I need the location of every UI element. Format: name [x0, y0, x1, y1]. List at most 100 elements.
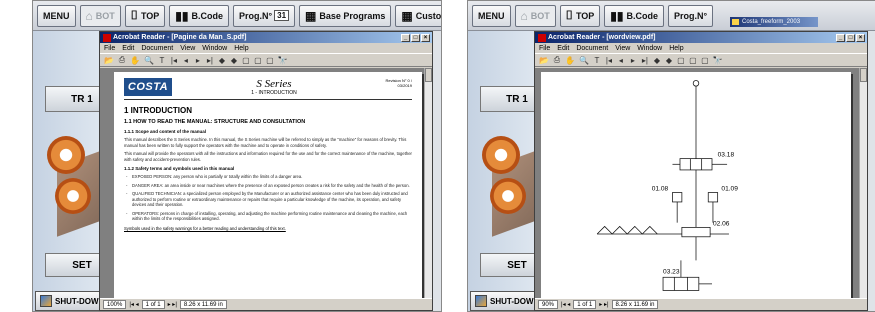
page-field[interactable]: 1 of 1 — [573, 300, 597, 309]
bullet-operators: OPERATORS: persons in charge of installi… — [124, 211, 412, 222]
menu-edit[interactable]: Edit — [122, 45, 134, 52]
text-select-icon[interactable]: T — [593, 56, 601, 65]
fit-page-icon[interactable]: ▢ — [254, 56, 262, 65]
right-screenshot: MENU ⌂ BOT ⌷ TOP ▮▮ B.Code Prog.N° Costa_fr… — [467, 0, 875, 312]
reader-menubar: File Edit Document View Window Help — [100, 43, 432, 53]
open-icon[interactable]: 📂 — [539, 56, 549, 65]
forward-icon[interactable]: ◆ — [230, 56, 238, 65]
bcode-button[interactable]: ▮▮ B.Code — [604, 4, 665, 27]
find-icon[interactable]: 🔭 — [278, 56, 288, 65]
fit-width-icon[interactable]: ▢ — [266, 56, 274, 65]
bcode-label: B.Code — [626, 10, 659, 21]
close-button[interactable]: × — [421, 33, 430, 42]
shutdown-icon — [475, 295, 487, 307]
top-button[interactable]: ⌷ TOP — [559, 4, 601, 27]
minimize-button[interactable]: _ — [836, 33, 845, 42]
maximize-button[interactable]: □ — [411, 33, 420, 42]
scroll-thumb[interactable] — [425, 68, 432, 82]
hand-tool-icon[interactable]: ✋ — [565, 56, 575, 65]
status-nav-next-icon[interactable]: ▸ ▸| — [168, 301, 177, 308]
document-area[interactable]: 03.18 01.08 01.09 02.06 03.23 — [535, 68, 859, 298]
first-page-icon[interactable]: |◂ — [170, 56, 178, 65]
fit-page-icon[interactable]: ▢ — [689, 56, 697, 65]
forward-icon[interactable]: ◆ — [665, 56, 673, 65]
menu-window[interactable]: Window — [202, 45, 227, 52]
menu-window[interactable]: Window — [637, 45, 662, 52]
menu-document[interactable]: Document — [576, 45, 608, 52]
bot-button[interactable]: ⌂ BOT — [514, 4, 556, 27]
vertical-scrollbar[interactable] — [424, 68, 432, 298]
page-size-field: 8.26 x 11.69 in — [179, 300, 227, 309]
back-icon[interactable]: ◆ — [218, 56, 226, 65]
label-03-18: 03.18 — [718, 152, 735, 159]
prev-page-icon[interactable]: ◂ — [617, 56, 625, 65]
menu-edit[interactable]: Edit — [557, 45, 569, 52]
find-icon[interactable]: 🔭 — [713, 56, 723, 65]
last-page-icon[interactable]: ▸| — [641, 56, 649, 65]
prev-page-icon[interactable]: ◂ — [182, 56, 190, 65]
scroll-thumb[interactable] — [860, 68, 867, 82]
next-page-icon[interactable]: ▸ — [629, 56, 637, 65]
barcode-icon: ▮▮ — [175, 8, 189, 23]
actual-size-icon[interactable]: ▢ — [242, 56, 250, 65]
menu-file[interactable]: File — [539, 45, 550, 52]
first-page-icon[interactable]: |◂ — [605, 56, 613, 65]
status-nav-icon[interactable]: |◂ ◂ — [561, 301, 570, 308]
status-nav-icon[interactable]: |◂ ◂ — [129, 301, 138, 308]
fit-width-icon[interactable]: ▢ — [701, 56, 709, 65]
shutdown-icon — [40, 295, 52, 307]
back-icon[interactable]: ◆ — [653, 56, 661, 65]
zoom-field[interactable]: 100% — [103, 300, 127, 309]
bullet-danger-area: DANGER AREA: an area inside or near mach… — [124, 183, 412, 189]
reader-titlebar: Acrobat Reader - [Pagine da Man_S.pdf] _… — [100, 32, 432, 43]
print-icon[interactable]: ⎙ — [553, 55, 561, 65]
hand-tool-icon[interactable]: ✋ — [130, 56, 140, 65]
status-nav-next-icon[interactable]: ▸ ▸| — [599, 301, 608, 308]
shutdown-label: SHUT-DOWN — [55, 296, 105, 306]
taskbar-popup[interactable]: Costa_freeform_2003 — [730, 17, 818, 27]
reader-statusbar: 90% |◂ ◂ 1 of 1 ▸ ▸| 8.26 x 11.69 in — [535, 298, 867, 310]
menu-view[interactable]: View — [180, 45, 195, 52]
top-label: TOP — [575, 10, 595, 21]
zoom-icon[interactable]: 🔍 — [144, 56, 154, 65]
maximize-button[interactable]: □ — [846, 33, 855, 42]
vertical-scrollbar[interactable] — [859, 68, 867, 298]
actual-size-icon[interactable]: ▢ — [677, 56, 685, 65]
print-icon[interactable]: ⎙ — [118, 55, 126, 65]
reader-toolbar: 📂 ⎙ ✋ 🔍 T |◂ ◂ ▸ ▸| ◆ ◆ ▢ ▢ ▢ 🔭 — [535, 53, 867, 67]
next-page-icon[interactable]: ▸ — [194, 56, 202, 65]
minimize-button[interactable]: _ — [401, 33, 410, 42]
bot-button[interactable]: ⌂ BOT — [79, 4, 121, 27]
prog-number-button[interactable]: Prog.N° 31 — [233, 4, 296, 27]
page-field[interactable]: 1 of 1 — [141, 300, 165, 309]
open-icon[interactable]: 📂 — [104, 56, 114, 65]
reader-menubar: File Edit Document View Window Help — [535, 43, 867, 53]
document-area[interactable]: COSTA S Series 1 - INTRODUCTION Revision … — [100, 68, 424, 298]
top-button[interactable]: ⌷ TOP — [124, 4, 166, 27]
custom-programs-button[interactable]: ▦Custom Programs — [395, 4, 441, 27]
base-programs-button[interactable]: ▦ Base Programs — [299, 4, 392, 27]
close-button[interactable]: × — [856, 33, 865, 42]
menu-help[interactable]: Help — [669, 45, 683, 52]
prog-number-button[interactable]: Prog.N° — [668, 4, 714, 27]
barcode-icon: ▮▮ — [610, 8, 624, 23]
bcode-button[interactable]: ▮▮ B.Code — [169, 4, 230, 27]
menu-help[interactable]: Help — [234, 45, 248, 52]
bot-label: BOT — [530, 10, 550, 21]
text-select-icon[interactable]: T — [158, 56, 166, 65]
menu-button[interactable]: MENU — [37, 4, 76, 27]
last-page-icon[interactable]: ▸| — [206, 56, 214, 65]
bullet-exposed-person: EXPOSED PERSON: any person who is partia… — [124, 174, 412, 180]
label-01-08: 01.08 — [652, 186, 669, 193]
page-size-field: 8.26 x 11.69 in — [611, 300, 659, 309]
menu-view[interactable]: View — [615, 45, 630, 52]
menu-button[interactable]: MENU — [472, 4, 511, 27]
reader-toolbar: 📂 ⎙ ✋ 🔍 T |◂ ◂ ▸ ▸| ◆ ◆ ▢ ▢ ▢ 🔭 — [100, 53, 432, 67]
page-header: COSTA S Series 1 - INTRODUCTION Revision … — [124, 78, 412, 100]
menu-document[interactable]: Document — [141, 45, 173, 52]
menu-file[interactable]: File — [104, 45, 115, 52]
revision-text: Revision N° 0 / 03/2019 — [385, 78, 413, 88]
zoom-icon[interactable]: 🔍 — [579, 56, 589, 65]
reader-titlebar: Acrobat Reader - [wordview.pdf] _ □ × — [535, 32, 867, 43]
zoom-field[interactable]: 90% — [538, 300, 559, 309]
